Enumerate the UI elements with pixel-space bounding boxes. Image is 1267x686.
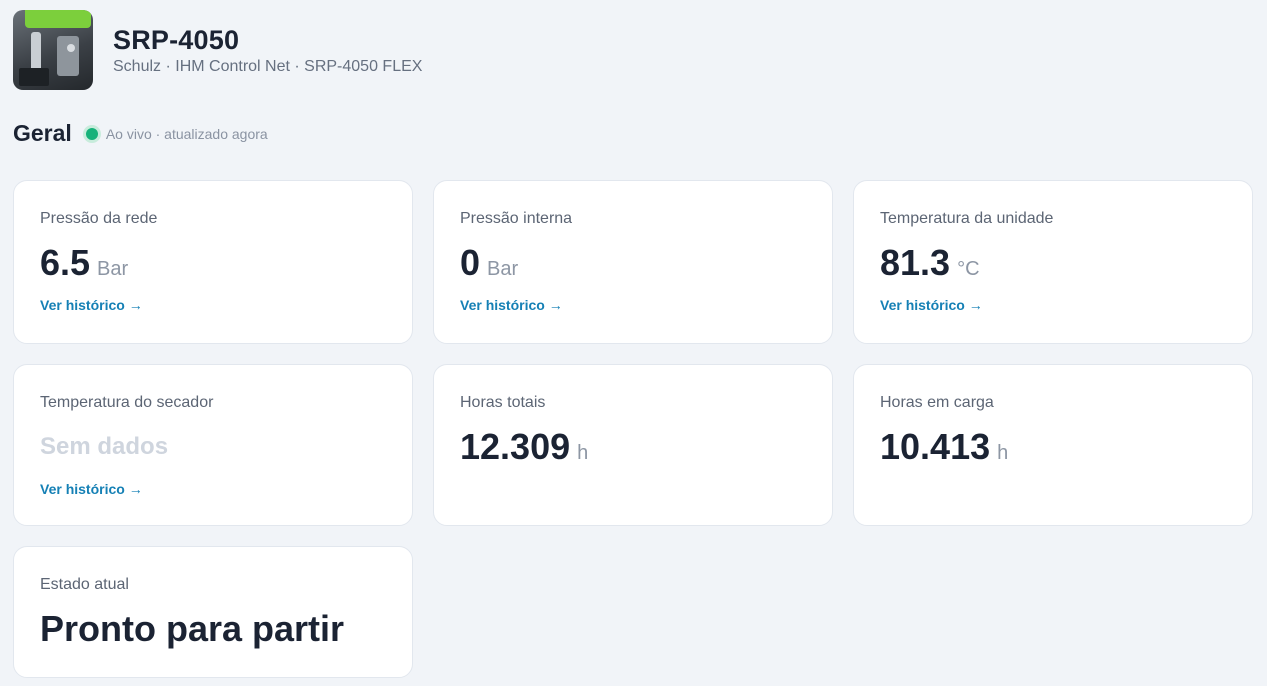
card-value-row: Sem dados [40,427,386,467]
card-pressao-interna: Pressão interna 0 Bar Ver histórico → [433,180,833,344]
card-horas-totais: Horas totais 12.309 h [433,364,833,526]
device-photo [13,10,93,90]
card-value: 81.3 [880,242,951,283]
ver-historico-link[interactable]: Ver histórico → [40,481,143,497]
card-unit: h [577,442,589,464]
card-label: Horas em carga [880,394,994,411]
ver-historico-link[interactable]: Ver histórico → [880,297,983,313]
card-value: 0 [460,242,481,283]
live-status-text: Ao vivo · atualizado agora [105,125,268,142]
live-status-icon [85,127,98,140]
card-value: 12.309 [460,426,571,467]
card-value-row: 10.413 h [880,427,1226,467]
dashboard-page: SRP-4050 Schulz · IHM Control Net · SRP-… [0,0,1267,686]
card-pressao-rede: Pressão da rede 6.5 Bar Ver histórico → [13,180,413,344]
card-value-row: 6.5 Bar [40,243,386,283]
current-state-value: Pronto para partir [40,608,345,649]
card-label: Estado atual [40,576,129,593]
card-label: Temperatura da unidade [880,210,1054,227]
card-label: Temperatura do secador [40,394,214,411]
ver-historico-link[interactable]: Ver histórico → [460,297,563,313]
card-unit: h [997,442,1009,464]
card-unit: Bar [487,258,519,280]
card-horas-em-carga: Horas em carga 10.413 h [853,364,1253,526]
device-title-block: SRP-4050 Schulz · IHM Control Net · SRP-… [113,24,422,76]
card-value-row: 0 Bar [460,243,806,283]
card-label: Pressão da rede [40,210,158,227]
card-unit: Bar [97,258,129,280]
card-label: Pressão interna [460,210,573,227]
card-value-row: 12.309 h [460,427,806,467]
card-no-data: Sem dados [40,433,169,460]
card-temperatura-unidade: Temperatura da unidade 81.3 °C Ver histó… [853,180,1253,344]
device-subtitle: Schulz · IHM Control Net · SRP-4050 FLEX [113,58,423,75]
card-value-row: 81.3 °C [880,243,1226,283]
card-unit: °C [957,258,980,280]
section-title: Geral [13,120,72,146]
ver-historico-link[interactable]: Ver histórico → [40,297,143,313]
device-header: SRP-4050 Schulz · IHM Control Net · SRP-… [13,10,422,90]
device-name: SRP-4050 [113,25,240,55]
card-value: 6.5 [40,242,91,283]
card-value: 10.413 [880,426,991,467]
card-estado-atual: Estado atual Pronto para partir [13,546,413,678]
section-heading: Geral Ao vivo · atualizado agora [13,120,268,147]
card-temperatura-secador: Temperatura do secador Sem dados Ver his… [13,364,413,526]
card-label: Horas totais [460,394,546,411]
